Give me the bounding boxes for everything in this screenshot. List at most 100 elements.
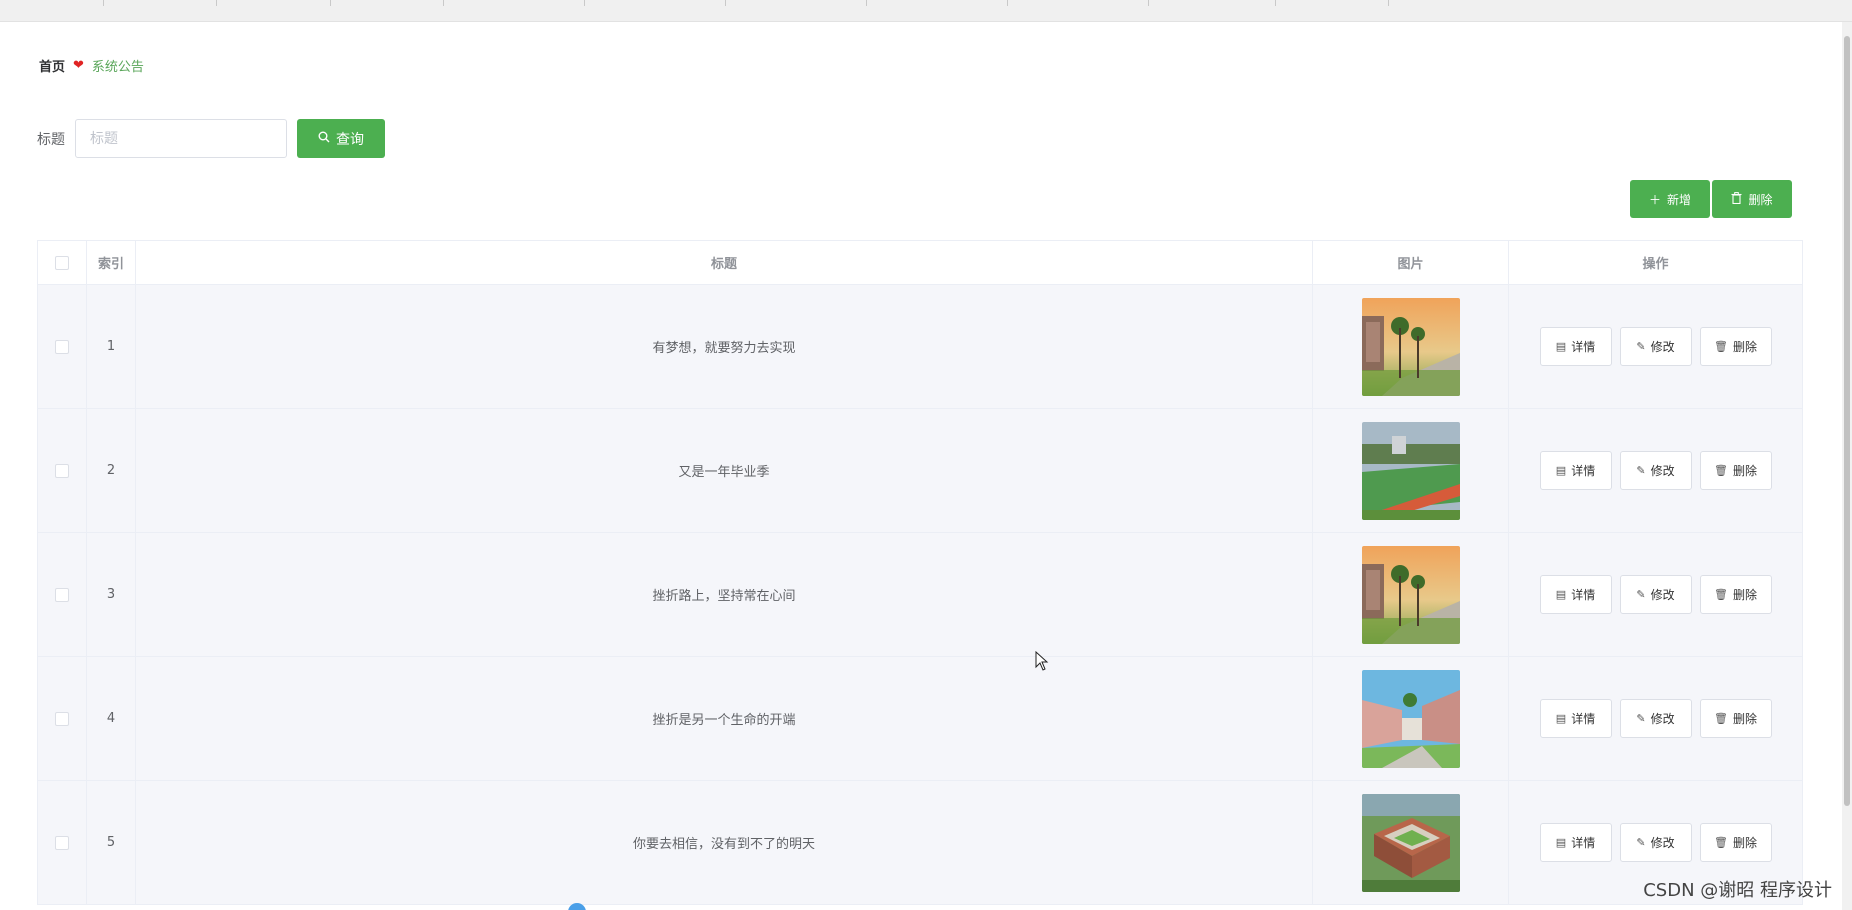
detail-button-label: 详情 [1571, 340, 1596, 354]
row-checkbox-cell [38, 781, 87, 904]
trash-icon: 🗑 [1714, 836, 1728, 849]
delete-button[interactable]: 🗑 删除 [1699, 823, 1772, 862]
select-all-checkbox[interactable] [55, 255, 69, 270]
tab-separator [584, 0, 585, 6]
row-index: 4 [87, 657, 136, 780]
detail-button[interactable]: ▤ 详情 [1539, 575, 1612, 614]
row-checkbox[interactable] [55, 835, 69, 850]
row-checkbox-cell [38, 285, 87, 408]
plus-icon: ＋ [1648, 192, 1661, 207]
table-row: 3 挫折路上，坚持常在心间 ▤ 详情 ✎ 修改 🗑 删除 [38, 533, 1802, 657]
heart-icon: ❤ [73, 58, 84, 73]
breadcrumb-current: 系统公告 [91, 60, 144, 75]
scrollbar-thumb[interactable] [1844, 36, 1850, 806]
row-thumbnail-image[interactable] [1361, 793, 1460, 892]
mouse-cursor-icon [1035, 650, 1049, 675]
row-checkbox[interactable] [55, 339, 69, 354]
trash-icon: 🗑 [1714, 588, 1728, 601]
title-search-input[interactable] [75, 119, 287, 158]
row-ops-cell: ▤ 详情 ✎ 修改 🗑 删除 [1509, 409, 1802, 532]
delete-button[interactable]: 🗑 删除 [1699, 575, 1772, 614]
row-index: 2 [87, 409, 136, 532]
edit-button[interactable]: ✎ 修改 [1619, 327, 1692, 366]
header-checkbox-cell [38, 241, 87, 284]
table-row: 2 又是一年毕业季 ▤ 详情 ✎ 修改 🗑 删除 [38, 409, 1802, 533]
document-icon: ▤ [1555, 712, 1567, 725]
breadcrumb-home[interactable]: 首页 [39, 56, 65, 75]
row-title: 又是一年毕业季 [136, 409, 1313, 532]
trash-icon: 🗑 [1714, 712, 1728, 725]
detail-button-label: 详情 [1571, 464, 1596, 478]
table-row: 1 有梦想，就要努力去实现 ▤ 详情 ✎ 修改 🗑 删除 [38, 285, 1802, 409]
edit-button-label: 修改 [1650, 836, 1675, 850]
pencil-icon: ✎ [1636, 712, 1646, 725]
trash-icon: 🗑 [1714, 340, 1728, 353]
toolbar: ＋ 新增 删除 [1630, 180, 1792, 218]
pencil-icon: ✎ [1636, 836, 1646, 849]
row-image-cell [1313, 409, 1509, 532]
detail-button-label: 详情 [1571, 836, 1596, 850]
table-row: 4 挫折是另一个生命的开端 ▤ 详情 ✎ 修改 🗑 删除 [38, 657, 1802, 781]
tab-separator [866, 0, 867, 6]
pencil-icon: ✎ [1636, 588, 1646, 601]
add-button[interactable]: ＋ 新增 [1630, 180, 1710, 218]
row-thumbnail-image[interactable] [1361, 421, 1460, 520]
pencil-icon: ✎ [1636, 340, 1646, 353]
edit-button-label: 修改 [1650, 340, 1675, 354]
delete-button[interactable]: 🗑 删除 [1699, 327, 1772, 366]
tab-separator [443, 0, 444, 6]
row-title: 你要去相信，没有到不了的明天 [136, 781, 1313, 904]
row-ops-cell: ▤ 详情 ✎ 修改 🗑 删除 [1509, 285, 1802, 408]
search-label: 标题 [37, 131, 65, 148]
tab-separator [216, 0, 217, 6]
delete-button-label: 删除 [1732, 588, 1757, 602]
row-thumbnail-image[interactable] [1361, 297, 1460, 396]
search-icon [318, 131, 330, 146]
row-title: 挫折路上，坚持常在心间 [136, 533, 1313, 656]
row-checkbox-cell [38, 409, 87, 532]
detail-button[interactable]: ▤ 详情 [1539, 823, 1612, 862]
row-index: 1 [87, 285, 136, 408]
top-tab-strip [0, 0, 1852, 22]
row-index: 5 [87, 781, 136, 904]
tab-separator [1275, 0, 1276, 6]
announcement-table: 索引 标题 图片 操作 1 有梦想，就要努力去实现 ▤ 详情 ✎ 修改 🗑 删除… [37, 240, 1803, 905]
batch-delete-button-label: 删除 [1748, 192, 1773, 207]
batch-delete-button[interactable]: 删除 [1712, 180, 1792, 218]
detail-button[interactable]: ▤ 详情 [1539, 327, 1612, 366]
edit-button[interactable]: ✎ 修改 [1619, 823, 1692, 862]
row-image-cell [1313, 781, 1509, 904]
detail-button-label: 详情 [1571, 588, 1596, 602]
edit-button[interactable]: ✎ 修改 [1619, 575, 1692, 614]
row-checkbox[interactable] [55, 587, 69, 602]
trash-icon [1731, 191, 1742, 207]
query-button[interactable]: 查询 [297, 119, 385, 158]
tab-separator [1148, 0, 1149, 6]
row-image-cell [1313, 533, 1509, 656]
row-checkbox[interactable] [55, 463, 69, 478]
query-button-label: 查询 [336, 131, 364, 148]
row-ops-cell: ▤ 详情 ✎ 修改 🗑 删除 [1509, 657, 1802, 780]
pencil-icon: ✎ [1636, 464, 1646, 477]
row-thumbnail-image[interactable] [1361, 545, 1460, 644]
delete-button[interactable]: 🗑 删除 [1699, 699, 1772, 738]
row-title: 挫折是另一个生命的开端 [136, 657, 1313, 780]
edit-button[interactable]: ✎ 修改 [1619, 451, 1692, 490]
table-header-row: 索引 标题 图片 操作 [38, 241, 1802, 285]
page-scrollbar[interactable] [1842, 22, 1852, 910]
document-icon: ▤ [1555, 588, 1567, 601]
row-checkbox[interactable] [55, 711, 69, 726]
detail-button[interactable]: ▤ 详情 [1539, 451, 1612, 490]
edit-button[interactable]: ✎ 修改 [1619, 699, 1692, 738]
row-thumbnail-image[interactable] [1361, 669, 1460, 768]
delete-button[interactable]: 🗑 删除 [1699, 451, 1772, 490]
header-index: 索引 [87, 241, 136, 284]
document-icon: ▤ [1555, 464, 1567, 477]
document-icon: ▤ [1555, 340, 1567, 353]
breadcrumb: 首页 ❤ 系统公告 [39, 56, 144, 75]
edit-button-label: 修改 [1650, 712, 1675, 726]
detail-button[interactable]: ▤ 详情 [1539, 699, 1612, 738]
add-button-label: 新增 [1667, 192, 1692, 207]
delete-button-label: 删除 [1732, 712, 1757, 726]
delete-button-label: 删除 [1732, 836, 1757, 850]
